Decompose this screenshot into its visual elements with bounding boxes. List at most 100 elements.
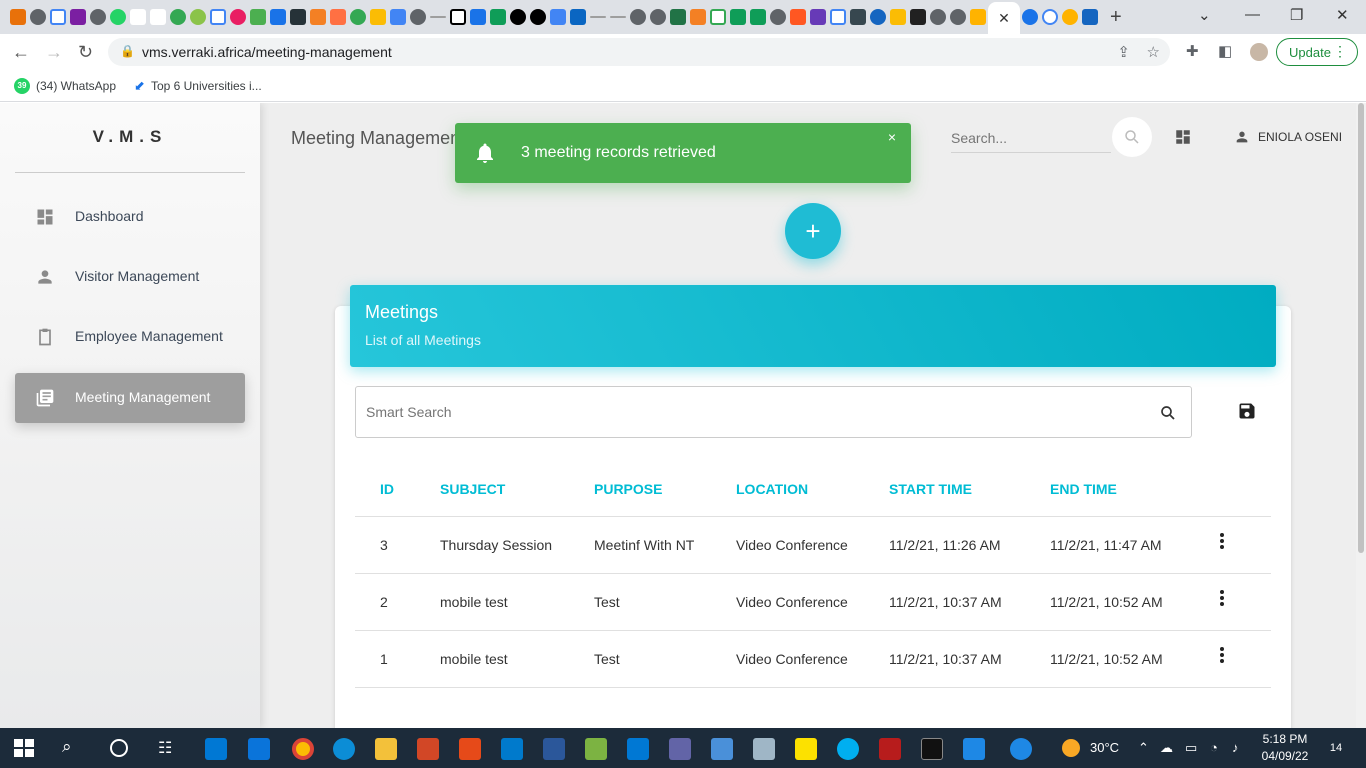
search-icon[interactable]: ⌕ xyxy=(62,737,72,757)
word-icon[interactable] xyxy=(543,738,565,760)
tab-favicon-icon[interactable] xyxy=(130,9,146,25)
header-search-input[interactable] xyxy=(951,123,1111,153)
tab-favicon-icon[interactable] xyxy=(950,9,966,25)
add-meeting-button[interactable]: + xyxy=(785,203,841,259)
winrar-icon[interactable] xyxy=(879,738,901,760)
extensions-icon[interactable]: ✚ xyxy=(1186,42,1199,60)
minimize-icon[interactable]: — xyxy=(1245,6,1260,23)
tab-favicons-right[interactable] xyxy=(1022,9,1098,25)
tab-favicon-icon[interactable] xyxy=(1082,9,1098,25)
onedrive-icon[interactable]: ☁ xyxy=(1160,740,1173,756)
tab-favicon-icon[interactable] xyxy=(150,9,166,25)
row-actions-menu-icon[interactable] xyxy=(1217,533,1227,551)
tab-favicon-icon[interactable] xyxy=(750,9,766,25)
forward-icon[interactable]: → xyxy=(45,42,63,63)
header-search-button[interactable] xyxy=(1112,117,1152,157)
user-menu[interactable]: ENIOLA OSENI xyxy=(1234,129,1342,145)
tab-favicon-icon[interactable] xyxy=(490,9,506,25)
tab-favicon-icon[interactable] xyxy=(850,9,866,25)
restore-icon[interactable]: ❐ xyxy=(1290,6,1303,24)
teams-icon[interactable] xyxy=(669,738,691,760)
tray-chevron-icon[interactable]: ⌃ xyxy=(1138,740,1149,756)
bookmark-whatsapp[interactable]: 39 (34) WhatsApp xyxy=(14,77,116,94)
tab-favicon-icon[interactable] xyxy=(250,9,266,25)
tab-favicon-icon[interactable] xyxy=(290,9,306,25)
tab-favicon-icon[interactable] xyxy=(590,16,606,18)
app-icon[interactable] xyxy=(459,738,481,760)
battery-icon[interactable]: ▭ xyxy=(1185,740,1197,756)
app-icon[interactable] xyxy=(585,738,607,760)
file-explorer-icon[interactable] xyxy=(375,738,397,760)
tab-favicon-icon[interactable] xyxy=(650,9,666,25)
column-header-end-time[interactable]: END TIME xyxy=(1050,481,1117,497)
tab-favicon-icon[interactable] xyxy=(710,9,726,25)
tab-favicon-icon[interactable] xyxy=(270,9,286,25)
skype-icon[interactable] xyxy=(837,738,859,760)
tab-favicon-icon[interactable] xyxy=(110,9,126,25)
tab-favicon-icon[interactable] xyxy=(30,9,46,25)
side-panel-icon[interactable]: ◧ xyxy=(1218,42,1232,60)
scrollbar-thumb[interactable] xyxy=(1358,103,1364,553)
tab-favicon-icon[interactable] xyxy=(370,9,386,25)
sidebar-item-visitor-management[interactable]: Visitor Management xyxy=(15,252,245,302)
tab-favicon-icon[interactable] xyxy=(330,9,346,25)
chrome-menu-icon[interactable]: ⋮ xyxy=(1333,43,1347,60)
tab-favicon-icon[interactable] xyxy=(410,9,426,25)
tab-favicon-icon[interactable] xyxy=(910,9,926,25)
save-icon[interactable] xyxy=(1237,401,1257,421)
toast-close-icon[interactable]: × xyxy=(888,129,896,145)
tab-favicon-icon[interactable] xyxy=(170,9,186,25)
column-header-subject[interactable]: SUBJECT xyxy=(440,481,505,497)
tab-favicon-icon[interactable] xyxy=(430,16,446,18)
bookmark-star-icon[interactable]: ☆ xyxy=(1147,43,1160,61)
row-actions-menu-icon[interactable] xyxy=(1217,590,1227,608)
tab-favicon-icon[interactable] xyxy=(90,9,106,25)
clock[interactable]: 5:18 PM 04/09/22 xyxy=(1255,731,1315,765)
close-window-icon[interactable]: ✕ xyxy=(1336,6,1349,24)
tab-favicon-icon[interactable] xyxy=(190,9,206,25)
tab-favicon-icon[interactable] xyxy=(610,16,626,18)
search-icon[interactable] xyxy=(1159,404,1177,422)
tab-favicon-icon[interactable] xyxy=(570,9,586,25)
column-header-start-time[interactable]: START TIME xyxy=(889,481,972,497)
tab-favicon-icon[interactable] xyxy=(1022,9,1038,25)
volume-icon[interactable]: ♪ xyxy=(1232,740,1239,755)
tab-favicon-icon[interactable] xyxy=(10,9,26,25)
sidebar-item-employee-management[interactable]: Employee Management xyxy=(15,312,245,362)
tab-favicon-icon[interactable] xyxy=(470,9,486,25)
reload-icon[interactable]: ↻ xyxy=(78,42,93,63)
active-tab-close-icon[interactable]: ✕ xyxy=(988,2,1020,34)
tab-favicons[interactable] xyxy=(0,0,986,34)
table-row[interactable]: 1 mobile test Test Video Conference 11/2… xyxy=(355,631,1271,688)
outlook-icon[interactable] xyxy=(627,738,649,760)
tab-favicon-icon[interactable] xyxy=(50,9,66,25)
tab-favicon-icon[interactable] xyxy=(890,9,906,25)
address-bar[interactable]: 🔒 vms.verraki.africa/meeting-management … xyxy=(108,38,1170,66)
chrome-icon[interactable] xyxy=(292,738,314,760)
sidebar-item-dashboard[interactable]: Dashboard xyxy=(15,192,245,242)
app-icon[interactable] xyxy=(753,738,775,760)
task-view-icon[interactable]: ☷ xyxy=(158,738,172,758)
edge-icon[interactable] xyxy=(333,738,355,760)
tab-favicon-icon[interactable] xyxy=(830,9,846,25)
column-header-purpose[interactable]: PURPOSE xyxy=(594,481,662,497)
tab-favicon-icon[interactable] xyxy=(630,9,646,25)
update-button[interactable]: Update ⋮ xyxy=(1276,38,1358,66)
address-url[interactable]: vms.verraki.africa/meeting-management xyxy=(142,44,392,60)
mail-icon[interactable] xyxy=(248,738,270,760)
column-header-location[interactable]: LOCATION xyxy=(736,481,808,497)
tab-favicon-icon[interactable] xyxy=(530,9,546,25)
tab-favicon-icon[interactable] xyxy=(310,9,326,25)
vscode-icon[interactable] xyxy=(501,738,523,760)
notifications-icon[interactable]: 14 xyxy=(1325,738,1347,758)
network-app-icon[interactable] xyxy=(963,738,985,760)
tab-favicon-icon[interactable] xyxy=(730,9,746,25)
table-row[interactable]: 3 Thursday Session Meetinf With NT Video… xyxy=(355,517,1271,574)
tab-favicon-icon[interactable] xyxy=(390,9,406,25)
tab-favicon-icon[interactable] xyxy=(70,9,86,25)
help-icon[interactable] xyxy=(1010,738,1032,760)
photos-icon[interactable] xyxy=(711,738,733,760)
store-icon[interactable] xyxy=(205,738,227,760)
tab-favicon-icon[interactable] xyxy=(230,9,246,25)
page-scrollbar[interactable] xyxy=(1356,103,1366,728)
